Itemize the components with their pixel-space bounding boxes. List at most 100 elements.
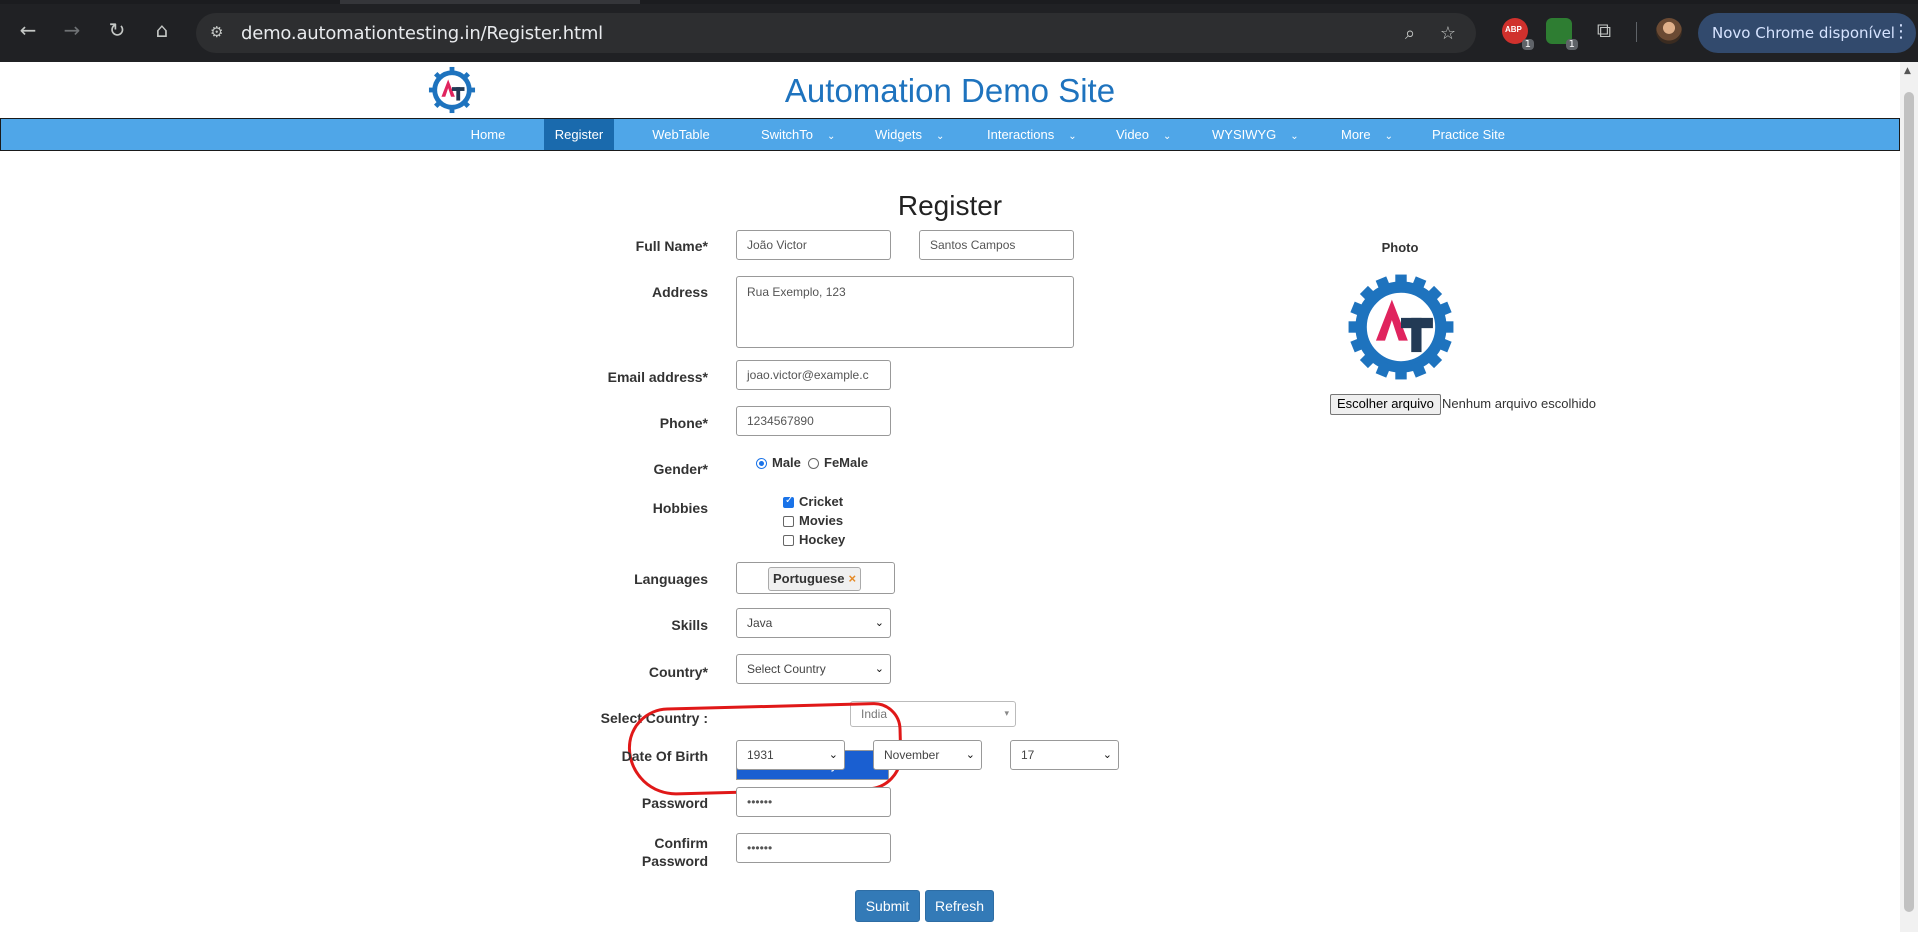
- forward-icon[interactable]: →: [58, 16, 86, 44]
- country-select[interactable]: Select Country ⌄: [736, 654, 891, 684]
- nav-more[interactable]: More ⌄: [1341, 119, 1421, 150]
- reload-icon[interactable]: ↻: [103, 16, 131, 44]
- hobby-hockey-checkbox[interactable]: [783, 535, 794, 546]
- update-label: Novo Chrome disponível: [1712, 24, 1895, 42]
- scrollbar-thumb[interactable]: [1904, 92, 1914, 912]
- nav-switchto[interactable]: SwitchTo ⌄: [761, 119, 861, 150]
- nav-more-label: More: [1341, 127, 1371, 142]
- nav-wysiwyg-label: WYSIWYG: [1212, 127, 1277, 142]
- chevron-down-icon: ⌄: [1290, 131, 1299, 142]
- extension-badge: 1: [1521, 39, 1534, 50]
- tab-strip: [0, 0, 1918, 4]
- country-label: Country*: [648, 664, 708, 680]
- site-info-icon[interactable]: ⚙: [210, 23, 230, 43]
- chevron-down-icon: ⌄: [965, 748, 975, 761]
- gender-female-label: FeMale: [824, 455, 869, 470]
- page-title: Register: [897, 190, 1003, 221]
- scroll-up-icon[interactable]: ▲: [1904, 66, 1911, 76]
- email-input[interactable]: joao.victor@example.c: [736, 360, 891, 390]
- chevron-down-icon: ⌄: [935, 131, 945, 142]
- last-name-input[interactable]: Santos Campos: [919, 230, 1074, 260]
- hobbies-label: Hobbies: [652, 500, 708, 516]
- dob-label: Date Of Birth: [621, 748, 708, 764]
- adblock-label: ABP: [1505, 25, 1522, 34]
- skills-select[interactable]: Java ⌄: [736, 608, 891, 638]
- choose-file-button[interactable]: Escolher arquivo: [1330, 394, 1441, 415]
- chevron-down-icon: ⌄: [827, 131, 836, 142]
- main-navbar: Home Register WebTable SwitchTo ⌄ Widgets…: [0, 118, 1900, 151]
- skills-value: Java: [747, 616, 773, 630]
- confirm-password-label-line1: Confirm: [654, 835, 708, 851]
- active-tab[interactable]: [340, 0, 640, 4]
- refresh-button[interactable]: Refresh: [925, 890, 994, 922]
- nav-register[interactable]: Register: [544, 119, 614, 150]
- first-name-input[interactable]: João Victor: [736, 230, 891, 260]
- nav-practice-site[interactable]: Practice Site: [1432, 119, 1532, 150]
- zoom-icon[interactable]: ⌕: [1398, 21, 1422, 45]
- hobby-cricket-checkbox[interactable]: [783, 495, 794, 508]
- dob-year-value: 1931: [747, 748, 774, 762]
- chrome-update-button[interactable]: Novo Chrome disponível ⋮: [1698, 13, 1916, 53]
- adblock-extension-icon[interactable]: ABP 1: [1502, 18, 1534, 50]
- nav-interactions[interactable]: Interactions ⌄: [987, 119, 1087, 150]
- chevron-down-icon: ⌄: [1102, 748, 1112, 761]
- dob-year-select[interactable]: 1931 ⌄: [736, 740, 845, 770]
- page-scrollbar[interactable]: ▲: [1900, 62, 1918, 932]
- nav-wysiwyg[interactable]: WYSIWYG ⌄: [1212, 119, 1312, 150]
- hobby-hockey-label: Hockey: [799, 532, 846, 547]
- hobby-movies-label: Movies: [799, 513, 844, 528]
- chevron-down-icon: ⌄: [874, 616, 884, 629]
- phone-input[interactable]: 1234567890: [736, 406, 891, 436]
- browser-toolbar: ← → ↻ ⌂ ⚙ demo.automationtesting.in/Regi…: [0, 0, 1918, 62]
- profile-avatar[interactable]: [1656, 18, 1682, 44]
- nav-video[interactable]: Video ⌄: [1116, 119, 1196, 150]
- hobby-movies-checkbox[interactable]: [783, 516, 794, 527]
- confirm-password-label-line2: Password: [641, 853, 708, 869]
- page-content: Automation Demo Site Home Register WebTa…: [0, 62, 1900, 932]
- chevron-down-icon: ⌄: [1163, 131, 1172, 142]
- gender-male-radio[interactable]: [756, 458, 767, 469]
- gender-label: Gender*: [653, 461, 708, 477]
- chevron-down-icon: ⌄: [1068, 131, 1077, 142]
- remove-tag-icon[interactable]: ×: [849, 571, 857, 586]
- hobby-cricket-label: Cricket: [799, 494, 844, 509]
- gender-female-radio[interactable]: [808, 458, 819, 469]
- address-bar[interactable]: ⚙ demo.automationtesting.in/Register.htm…: [196, 13, 1476, 53]
- language-tag-label: Portuguese: [773, 571, 845, 586]
- url-text[interactable]: demo.automationtesting.in/Register.html: [241, 23, 603, 44]
- languages-label: Languages: [634, 571, 708, 587]
- nav-widgets-label: Widgets: [875, 127, 922, 142]
- confirm-password-input[interactable]: ••••••: [736, 833, 891, 863]
- nav-widgets[interactable]: Widgets ⌄: [875, 119, 975, 150]
- home-icon[interactable]: ⌂: [148, 16, 176, 44]
- nav-webtable[interactable]: WebTable: [641, 119, 721, 150]
- password-label: Password: [641, 795, 708, 811]
- extensions-puzzle-icon[interactable]: ⧉: [1590, 16, 1618, 44]
- country-value: Select Country: [747, 662, 826, 676]
- chevron-down-icon: ⌄: [828, 748, 838, 761]
- no-file-text: Nenhum arquivo escolhido: [1442, 396, 1596, 411]
- nav-home[interactable]: Home: [451, 119, 525, 150]
- shield-extension-icon[interactable]: 1: [1546, 18, 1578, 50]
- dob-day-value: 17: [1021, 748, 1035, 762]
- extension-badge: 1: [1565, 39, 1578, 50]
- back-icon[interactable]: ←: [14, 16, 42, 44]
- dob-month-select[interactable]: November ⌄: [873, 740, 982, 770]
- toolbar-divider: [1636, 22, 1637, 42]
- bookmark-star-icon[interactable]: ☆: [1436, 21, 1460, 45]
- password-input[interactable]: ••••••: [736, 787, 891, 817]
- address-label: Address: [651, 284, 708, 300]
- photo-preview-logo-icon: [1348, 274, 1454, 380]
- address-textarea[interactable]: Rua Exemplo, 123: [736, 276, 1074, 348]
- submit-button[interactable]: Submit: [855, 890, 920, 922]
- more-menu-icon[interactable]: ⋮: [1892, 21, 1910, 42]
- phone-label: Phone*: [659, 415, 708, 431]
- site-title: Automation Demo Site: [784, 72, 1116, 109]
- site-logo-icon: [428, 66, 476, 114]
- triangle-down-icon: ▾: [1004, 709, 1009, 719]
- nav-switchto-label: SwitchTo: [761, 127, 814, 142]
- gender-male-label: Male: [772, 455, 801, 470]
- language-tag[interactable]: Portuguese ×: [768, 567, 862, 591]
- dob-day-select[interactable]: 17 ⌄: [1010, 740, 1119, 770]
- chevron-down-icon: ⌄: [1384, 131, 1394, 142]
